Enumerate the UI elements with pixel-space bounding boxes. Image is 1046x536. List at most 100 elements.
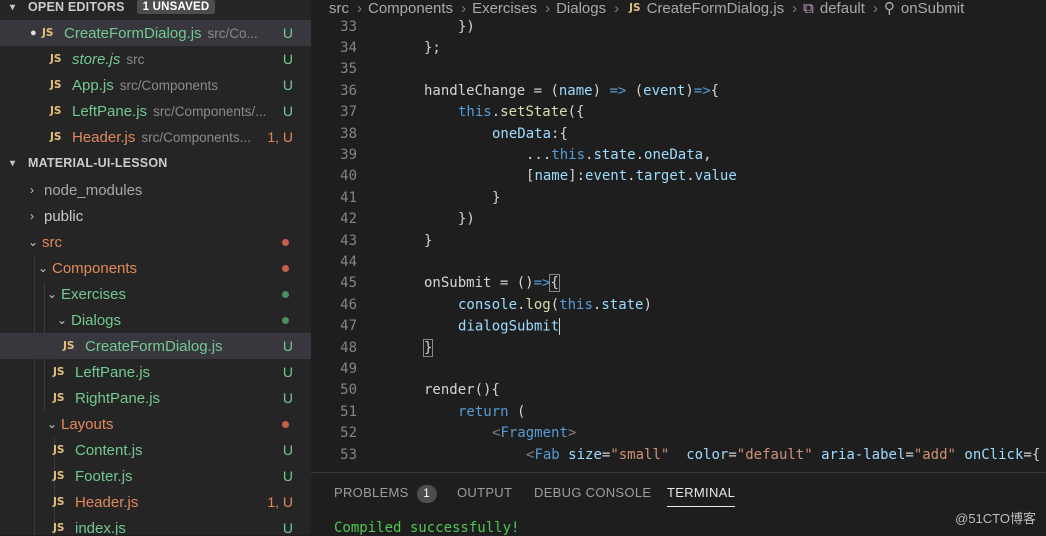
tree-file[interactable]: JS LeftPane.js U [0, 359, 311, 385]
tree-folder-label: Exercises [61, 285, 127, 303]
open-editor-path: src/Components... [141, 129, 251, 145]
open-editor-path: src/Components [119, 77, 218, 93]
open-editor-item[interactable]: JS LeftPane.js src/Components/... U [0, 98, 311, 124]
tree-folder[interactable]: › node_modules [0, 177, 311, 203]
open-editor-item[interactable]: JS App.js src/Components U [0, 72, 311, 98]
open-editor-name: CreateFormDialog.js [64, 24, 202, 42]
js-file-icon: JS [53, 444, 65, 456]
unsaved-badge: 1 UNSAVED [136, 0, 216, 14]
open-editor-name: store.js [72, 50, 121, 68]
line-number: 43 [340, 232, 357, 249]
terminal-output[interactable]: Compiled successfully! [334, 520, 519, 536]
js-file-icon: JS [50, 105, 62, 117]
chevron-right-icon: › [461, 0, 467, 16]
code-line: 38 oneData:{ [311, 123, 1046, 144]
code-text: console.log(this.state) [458, 296, 652, 313]
line-number: 41 [340, 189, 357, 206]
untracked-dot-icon [282, 290, 289, 298]
code-text: [name]:event.target.value [526, 168, 737, 185]
breadcrumb-item[interactable]: Exercises [472, 0, 537, 16]
problems-count-badge: 1 [416, 485, 437, 503]
tree-file[interactable]: JS Header.js 1, U [0, 489, 311, 515]
tree-folder[interactable]: › public [0, 203, 311, 229]
tab-problems[interactable]: PROBLEMS 1 [334, 485, 437, 503]
line-number: 40 [340, 168, 357, 185]
project-header[interactable]: ▾ MATERIAL-UI-LESSON [0, 152, 311, 174]
open-editors-header[interactable]: ▾ OPEN EDITORS 1 UNSAVED [0, 0, 311, 18]
open-editor-item[interactable]: JS store.js src U [0, 46, 311, 72]
tree-file-label: RightPane.js [75, 389, 161, 407]
code-text: }) [458, 211, 475, 228]
breadcrumb-item[interactable]: Dialogs [556, 0, 606, 16]
git-status: U [282, 520, 293, 535]
tree-folder[interactable]: ⌄ Components [0, 255, 311, 281]
code-line: 44 [311, 251, 1046, 272]
code-line: 48 } [311, 337, 1046, 358]
tree-folder-label: node_modules [44, 181, 143, 199]
code-line: 46 console.log(this.state) [311, 294, 1046, 315]
code-line: 36 handleChange = (name) => (event)=>{ [311, 80, 1046, 101]
tree-folder-label: Dialogs [71, 311, 122, 329]
code-editor[interactable]: 33 }) 34 }; 35 36 handleChange = (name) … [311, 16, 1046, 472]
unsaved-dot-icon[interactable]: ● [30, 27, 42, 39]
chevron-down-icon: ⌄ [47, 417, 58, 431]
tab-output[interactable]: OUTPUT [457, 485, 512, 500]
git-status: U [282, 442, 293, 458]
code-text: } [492, 189, 501, 206]
line-number: 53 [340, 446, 357, 463]
code-line: 34 }; [311, 37, 1046, 58]
code-line: 42 }) [311, 209, 1046, 230]
open-editor-path: src/Components/... [153, 103, 267, 119]
open-editor-name: LeftPane.js [72, 102, 148, 120]
breadcrumb-item[interactable]: onSubmit [901, 0, 964, 16]
tree-file[interactable]: JS index.js U [0, 515, 311, 536]
module-symbol-icon: ⧉ [803, 0, 814, 16]
watermark: @51CTO博客 [955, 511, 1036, 526]
code-text: handleChange = (name) => (event)=>{ [424, 82, 720, 99]
tree-folder-label: src [42, 233, 62, 251]
chevron-right-icon: › [30, 183, 34, 197]
code-text: onSubmit = ()=>{ [424, 274, 560, 293]
line-number: 33 [340, 18, 357, 35]
open-editor-item[interactable]: ● JS CreateFormDialog.js src/Co... U [0, 20, 311, 46]
chevron-right-icon: › [357, 0, 362, 16]
open-editor-item[interactable]: JS Header.js src/Components... 1, U [0, 124, 311, 150]
tree-file-label: Header.js [75, 493, 139, 511]
code-text: } [422, 338, 434, 357]
tree-file-active[interactable]: JS CreateFormDialog.js U [0, 333, 311, 359]
breadcrumb-item[interactable]: CreateFormDialog.js [647, 0, 785, 16]
tree-folder[interactable]: ⌄ Layouts [0, 411, 311, 437]
tree-folder[interactable]: ⌄ src [0, 229, 311, 255]
code-line: 43 } [311, 230, 1046, 251]
js-file-icon: JS [53, 470, 65, 482]
git-status: U [282, 468, 293, 484]
tree-folder[interactable]: ⌄ Exercises [0, 281, 311, 307]
tree-file[interactable]: JS Content.js U [0, 437, 311, 463]
js-file-icon: JS [629, 2, 641, 14]
code-text: return ( [458, 403, 526, 420]
breadcrumb-item[interactable]: Components [368, 0, 453, 16]
tree-folder[interactable]: ⌄ Dialogs [0, 307, 311, 333]
code-line: 49 [311, 358, 1046, 379]
code-line: 37 this.setState({ [311, 102, 1046, 123]
chevron-down-icon: ⌄ [38, 261, 49, 275]
tree-folder-label: Components [52, 259, 138, 277]
line-number: 44 [340, 254, 357, 271]
tree-file[interactable]: JS RightPane.js U [0, 385, 311, 411]
tab-debug-console[interactable]: DEBUG CONSOLE [534, 485, 651, 500]
git-status: U [282, 25, 293, 41]
git-status: 1, U [267, 494, 293, 510]
line-number: 47 [340, 318, 357, 335]
code-line: 40 [name]:event.target.value [311, 166, 1046, 187]
breadcrumb-item[interactable]: src [329, 0, 349, 16]
tree-file[interactable]: JS Footer.js U [0, 463, 311, 489]
line-number: 51 [340, 403, 357, 420]
line-number: 45 [340, 275, 357, 292]
code-line: 53 <Fab size="small" color="default" ari… [311, 444, 1046, 465]
line-number: 48 [340, 339, 357, 356]
tab-terminal[interactable]: TERMINAL [667, 485, 736, 507]
breadcrumb-item[interactable]: default [820, 0, 865, 16]
code-text: oneData:{ [492, 125, 568, 142]
code-line: 35 [311, 59, 1046, 80]
git-status: U [282, 390, 293, 406]
